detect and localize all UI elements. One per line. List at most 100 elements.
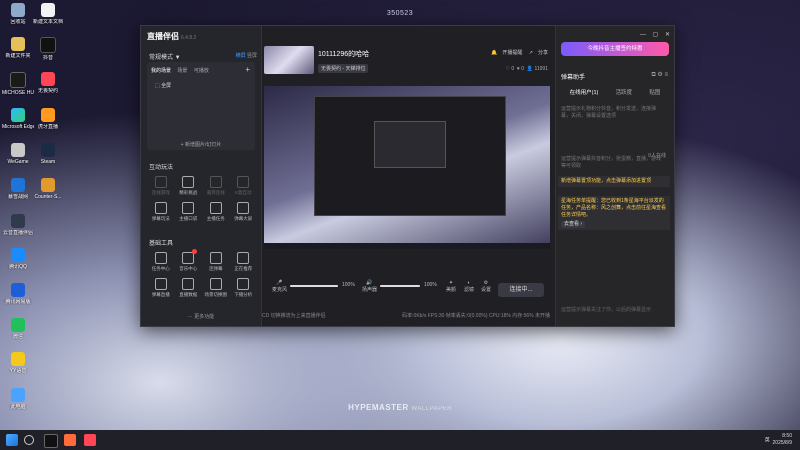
- viewer-icon: 👤: [526, 66, 534, 72]
- tab-online-users[interactable]: 在线用户(1): [570, 88, 599, 96]
- douyin-taskbar-icon[interactable]: [44, 434, 58, 448]
- tool-challenge[interactable]: 精彩挑战: [175, 176, 203, 196]
- wechat-icon[interactable]: 微信: [2, 318, 34, 340]
- tool-karaoke[interactable]: K歌互动: [230, 176, 258, 196]
- connect-game-icon: [154, 176, 167, 188]
- effects-button[interactable]: ◐ 滤镜: [464, 280, 474, 293]
- battlenet-icon[interactable]: 暴雪战网: [2, 178, 34, 200]
- mode-selector[interactable]: 常规模式 ▼ 横屏 竖屏: [149, 52, 257, 61]
- qq-icon[interactable]: 腾讯QQ: [2, 248, 34, 270]
- brand-sub: WALLPAPER: [411, 406, 452, 412]
- recycle-bin-icon[interactable]: 回收站: [2, 3, 34, 25]
- wegame-icon[interactable]: WeGame: [2, 143, 34, 165]
- more-features-button[interactable]: ⋯ 更多功能: [141, 313, 261, 320]
- tool-streamer-task[interactable]: 主播任务: [202, 202, 230, 222]
- speaker-volume-slider[interactable]: [380, 285, 420, 287]
- app-logo: 直播伴侣 6.4.8.2: [147, 31, 196, 42]
- yy-icon[interactable]: YY语音: [2, 352, 34, 374]
- tab-activity[interactable]: 活跃度: [616, 88, 633, 96]
- stream-preview[interactable]: [264, 86, 550, 249]
- tab-stickers[interactable]: 贴图: [649, 88, 660, 96]
- counter-strike-icon[interactable]: Counter-S...: [32, 178, 64, 200]
- tool-label: 弹幕大屏: [234, 216, 253, 221]
- steam-icon[interactable]: Steam: [32, 143, 64, 165]
- room-title[interactable]: 10111296的哈哈: [318, 49, 369, 59]
- tool-recommend[interactable]: 正在推荐: [230, 252, 258, 272]
- menu-icon[interactable]: ≡: [664, 72, 668, 78]
- new-folder-icon[interactable]: 新建文件夹: [2, 37, 34, 59]
- go-live-button[interactable]: 连接中...: [498, 283, 544, 297]
- promo-banner[interactable]: 今晚抖音主播签约特惠: [561, 42, 669, 56]
- chat-input[interactable]: 运营提示弹幕关注了你，以后的弹幕显示: [561, 306, 661, 313]
- text-doc-label: 新建文本文档: [32, 19, 63, 25]
- maximize-button[interactable]: ▢: [653, 32, 659, 38]
- battlenet-label: 暴雪战网: [7, 194, 28, 200]
- gear-icon[interactable]: ⚙: [657, 72, 662, 78]
- live-reminder-button[interactable]: 开播提醒: [502, 50, 522, 56]
- tool-label: 下播分析: [234, 292, 253, 297]
- tool-pocket[interactable]: 主播口袋: [175, 202, 203, 222]
- tab-my-scenes[interactable]: 我的场景: [151, 68, 171, 74]
- app-version: 6.4.8.2: [181, 35, 197, 41]
- mode-landscape[interactable]: 横屏: [236, 53, 246, 59]
- system-tray[interactable]: 英 8:50 2025/8/9: [765, 433, 792, 447]
- search-icon[interactable]: [24, 435, 34, 445]
- qq-label: 腾讯QQ: [9, 264, 27, 270]
- room-stats: ♡ 0 ♥ 0 👤 11991: [505, 66, 548, 72]
- room-thumbnail[interactable]: [264, 46, 314, 74]
- popout-icon[interactable]: ⧉: [651, 72, 655, 78]
- speaker-volume-value: 100%: [424, 282, 437, 288]
- tool-music-center[interactable]: 音乐中心: [175, 249, 203, 272]
- speaker-control[interactable]: 🔊 扬声器: [362, 280, 377, 293]
- wegame-label: WeGame: [7, 159, 29, 165]
- tencent-net-icon[interactable]: 腾讯网易版: [2, 283, 34, 305]
- scene-panel: 我的场景 场景 可播放 + ⬚ 全屏: [147, 62, 255, 150]
- tool-connect-game[interactable]: 连线游戏: [147, 176, 175, 196]
- tool-danmaku-screen[interactable]: 弹幕大屏: [230, 202, 258, 222]
- michose-hub-icon[interactable]: MICHOSE HUB: [2, 72, 34, 96]
- tool-danmaku-play[interactable]: 弹幕玩法: [147, 202, 175, 222]
- tool-guest-connect[interactable]: 嘉宾连线: [202, 176, 230, 196]
- live-companion-taskbar-icon[interactable]: [64, 434, 76, 446]
- huya-icon[interactable]: 虎牙直播: [32, 108, 64, 130]
- live-assistant-icon[interactable]: 云音直播伴侣: [2, 214, 34, 236]
- tool-danmaku-live[interactable]: 弹幕直播: [147, 278, 175, 298]
- clock[interactable]: 8:50 2025/8/9: [773, 433, 792, 447]
- tool-label: K歌互动: [234, 190, 252, 195]
- share-button[interactable]: 分享: [538, 50, 548, 56]
- scene-item-fullscreen[interactable]: ⬚ 全屏: [155, 82, 171, 89]
- tab-scenes[interactable]: 场景: [177, 68, 187, 74]
- goto-task-button[interactable]: 去查看 ›: [561, 221, 586, 228]
- edge-icon[interactable]: Microsoft Edge: [2, 108, 34, 130]
- tool-offline-analysis[interactable]: 下播分析: [230, 278, 258, 298]
- tool-danmaku-link[interactable]: 连弹幕: [202, 252, 230, 272]
- start-button[interactable]: [6, 434, 18, 446]
- ime-indicator[interactable]: 英: [765, 437, 770, 443]
- tab-playable[interactable]: 可播放: [194, 68, 209, 74]
- pocket-icon: [182, 202, 195, 214]
- add-scene-icon[interactable]: +: [245, 65, 250, 74]
- text-doc-icon[interactable]: 新建文本文档: [32, 3, 64, 25]
- beauty-button[interactable]: ✦ 美颜: [446, 280, 456, 293]
- minimize-button[interactable]: —: [640, 32, 646, 38]
- mode-label[interactable]: 常规模式 ▼: [149, 55, 181, 61]
- status-left: CD 切换推流为上来直播伴侣: [262, 313, 326, 319]
- tool-task-center[interactable]: 任务中心: [147, 252, 175, 272]
- room-category-tag[interactable]: 无畏契约 - 天梯排位: [318, 64, 369, 73]
- feature-notice: 新增弹幕置顶功能，点击弹幕添加进置顶: [558, 176, 670, 187]
- settings-button[interactable]: ⚙ 设置: [481, 280, 491, 293]
- valorant-icon[interactable]: 无畏契约: [32, 72, 64, 94]
- tool-live-data[interactable]: 直播数据: [175, 278, 203, 298]
- close-button[interactable]: ✕: [665, 32, 670, 38]
- douyin-icon[interactable]: 抖音: [32, 37, 64, 61]
- mic-control[interactable]: 🎤 麦克风: [272, 280, 287, 293]
- mic-volume-slider[interactable]: [290, 285, 338, 287]
- tool-label: 场景切换图: [204, 292, 228, 297]
- add-picture-button[interactable]: + 新增图片/幻灯片: [147, 141, 255, 148]
- tool-label: 嘉宾连线: [206, 190, 225, 195]
- tool-scene-switch[interactable]: 场景切换图: [202, 278, 230, 298]
- tool-label: 正在推荐: [234, 266, 253, 271]
- mode-portrait[interactable]: 竖屏: [247, 53, 257, 59]
- edge-label: Microsoft Edge: [2, 124, 34, 130]
- valorant-taskbar-icon[interactable]: [84, 434, 96, 446]
